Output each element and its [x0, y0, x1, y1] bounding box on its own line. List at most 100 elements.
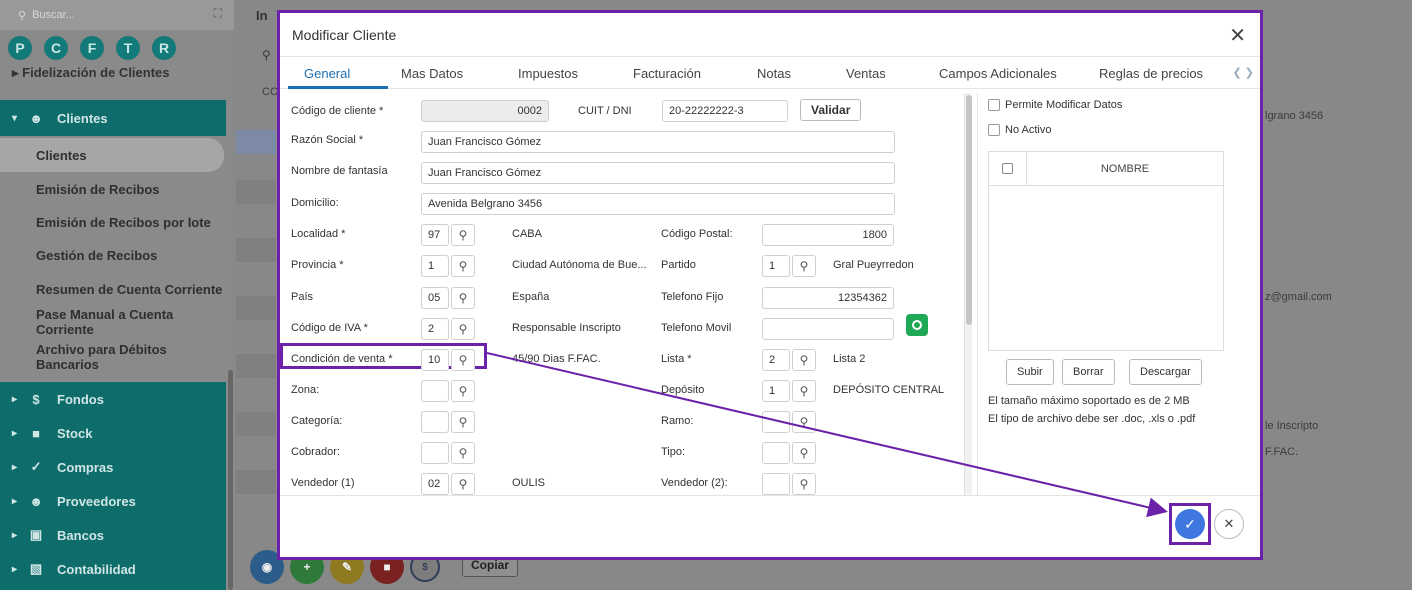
lista-search-icon[interactable]: ⚲ [792, 349, 816, 371]
form-scrollbar[interactable] [964, 93, 972, 495]
tab-scroll-arrows[interactable]: ❮ ❯ [1233, 66, 1255, 79]
scrollbar-thumb[interactable] [966, 95, 972, 325]
iva-code-input[interactable]: 2 [421, 318, 449, 340]
tab-ventas[interactable]: Ventas [846, 66, 886, 81]
categoria-search-icon[interactable]: ⚲ [451, 411, 475, 433]
condicion-venta-search-icon[interactable]: ⚲ [451, 349, 475, 371]
telefono-fijo-input[interactable]: 12354362 [762, 287, 894, 309]
iva-search-icon[interactable]: ⚲ [451, 318, 475, 340]
tipo-code-input[interactable] [762, 442, 790, 464]
tab-mas-datos[interactable]: Mas Datos [401, 66, 463, 81]
domicilio-label: Domicilio: [291, 197, 339, 209]
sidebar-section-compras[interactable]: ▸ ✓ Compras [12, 450, 113, 484]
tab-facturacion[interactable]: Facturación [633, 66, 701, 81]
partido-code-input[interactable]: 1 [762, 255, 790, 277]
circle-r[interactable]: R [152, 36, 176, 60]
cobrador-search-icon[interactable]: ⚲ [451, 442, 475, 464]
cancel-button[interactable]: ✕ [1214, 509, 1244, 539]
sidebar-section-label: Stock [57, 425, 93, 441]
sidebar-section-stock[interactable]: ▸ ■ Stock [12, 416, 92, 450]
localidad-search-icon[interactable]: ⚲ [451, 224, 475, 246]
ramo-search-icon[interactable]: ⚲ [792, 411, 816, 433]
condicion-venta-code-input[interactable]: 10 [421, 349, 449, 371]
briefcase-icon: ▣ [29, 527, 43, 542]
nombre-fantasia-input[interactable]: Juan Francisco Gómez [421, 162, 895, 184]
sidebar-section-clientes[interactable]: ▾ ☻ Clientes [0, 100, 226, 136]
validar-button[interactable]: Validar [800, 99, 862, 121]
tab-notas[interactable]: Notas [757, 66, 791, 81]
codigo-postal-label: Código Postal: [661, 228, 733, 240]
tab-general[interactable]: General [304, 66, 350, 81]
no-activo-checkbox[interactable]: No Activo [988, 124, 1051, 136]
partido-label: Partido [661, 259, 696, 271]
zona-search-icon[interactable]: ⚲ [451, 380, 475, 402]
pais-search-icon[interactable]: ⚲ [451, 287, 475, 309]
sidebar-section-bancos[interactable]: ▸ ▣ Bancos [12, 518, 104, 552]
sidebar-item-clientes[interactable]: Clientes [0, 138, 224, 172]
categoria-code-input[interactable] [421, 411, 449, 433]
codigo-postal-input[interactable]: 1800 [762, 224, 894, 246]
lista-code-input[interactable]: 2 [762, 349, 790, 371]
ramo-code-input[interactable] [762, 411, 790, 433]
expand-icon[interactable]: ⛶ [214, 6, 222, 21]
sidebar-item-pase-manual[interactable]: Pase Manual a Cuenta Corriente [0, 305, 226, 339]
partido-search-icon[interactable]: ⚲ [792, 255, 816, 277]
tab-reglas-precios[interactable]: Reglas de precios [1099, 66, 1203, 81]
domicilio-input[interactable]: Avenida Belgrano 3456 [421, 193, 895, 215]
cobrador-code-input[interactable] [421, 442, 449, 464]
chevron-right-icon: ▸ [12, 393, 18, 405]
background-row-selected [236, 130, 276, 154]
telefono-movil-input[interactable] [762, 318, 894, 340]
ramo-label: Ramo: [661, 415, 694, 427]
sidebar-section-contabilidad[interactable]: ▸ ▧ Contabilidad [12, 552, 136, 586]
sidebar-item-debitos[interactable]: Archivo para Débitos Bancarios [0, 340, 226, 374]
deposito-search-icon[interactable]: ⚲ [792, 380, 816, 402]
deposito-code-input[interactable]: 1 [762, 380, 790, 402]
no-activo-label: No Activo [1005, 124, 1052, 136]
circle-p[interactable]: P [8, 36, 32, 60]
pais-code-input[interactable]: 05 [421, 287, 449, 309]
codigo-cliente-input[interactable]: 0002 [421, 100, 549, 122]
cuit-input[interactable]: 20-22222222-3 [662, 100, 788, 122]
select-all-checkbox[interactable] [989, 151, 1027, 186]
background-email: z@gmail.com [1265, 291, 1332, 303]
tipo-search-icon[interactable]: ⚲ [792, 442, 816, 464]
close-icon[interactable]: ✕ [1229, 23, 1246, 48]
sidebar-item-gestion-recibos[interactable]: Gestión de Recibos [0, 238, 226, 272]
localidad-code-input[interactable]: 97 [421, 224, 449, 246]
tab-campos-adicionales[interactable]: Campos Adicionales [939, 66, 1057, 81]
zona-code-input[interactable] [421, 380, 449, 402]
circle-c[interactable]: C [44, 36, 68, 60]
sidebar-item-emision-recibos[interactable]: Emisión de Recibos [0, 172, 226, 206]
deposito-name: DEPÓSITO CENTRAL [833, 384, 945, 396]
vendedor1-search-icon[interactable]: ⚲ [451, 473, 475, 495]
subir-button[interactable]: Subir [1006, 359, 1054, 385]
background-row [236, 412, 276, 436]
tab-impuestos[interactable]: Impuestos [518, 66, 578, 81]
cuit-label: CUIT / DNI [578, 105, 632, 117]
sidebar-section-fondos[interactable]: ▸ $ Fondos [12, 382, 104, 416]
sidebar-item-resumen-cc[interactable]: Resumen de Cuenta Corriente [0, 272, 226, 306]
sidebar-section-proveedores[interactable]: ▸ ☻ Proveedores [12, 484, 136, 518]
descargar-button[interactable]: Descargar [1129, 359, 1202, 385]
permite-modificar-checkbox[interactable]: Permite Modificar Datos [988, 99, 1122, 111]
nombre-fantasia-label: Nombre de fantasía [291, 165, 388, 177]
background-cond: F.FAC. [1265, 446, 1299, 458]
provincia-code-input[interactable]: 1 [421, 255, 449, 277]
confirm-button[interactable]: ✓ [1169, 503, 1211, 545]
localidad-label: Localidad * [291, 228, 346, 240]
chevron-down-icon: ▾ [12, 112, 18, 124]
whatsapp-icon[interactable] [906, 314, 928, 336]
circle-f[interactable]: F [80, 36, 104, 60]
sidebar-scrollbar[interactable] [228, 370, 233, 590]
razon-social-input[interactable]: Juan Francisco Gómez [421, 131, 895, 153]
vendedor2-code-input[interactable] [762, 473, 790, 495]
vendedor2-search-icon[interactable]: ⚲ [792, 473, 816, 495]
circle-t[interactable]: T [116, 36, 140, 60]
sidebar-search[interactable]: ⚲ Buscar... ⛶ [0, 0, 234, 30]
provincia-search-icon[interactable]: ⚲ [451, 255, 475, 277]
sidebar-item-fidelizacion[interactable]: ▸ Fidelización de Clientes [12, 65, 170, 81]
borrar-button[interactable]: Borrar [1062, 359, 1115, 385]
vendedor1-code-input[interactable]: 02 [421, 473, 449, 495]
sidebar-item-emision-lote[interactable]: Emisión de Recibos por lote [0, 205, 226, 239]
